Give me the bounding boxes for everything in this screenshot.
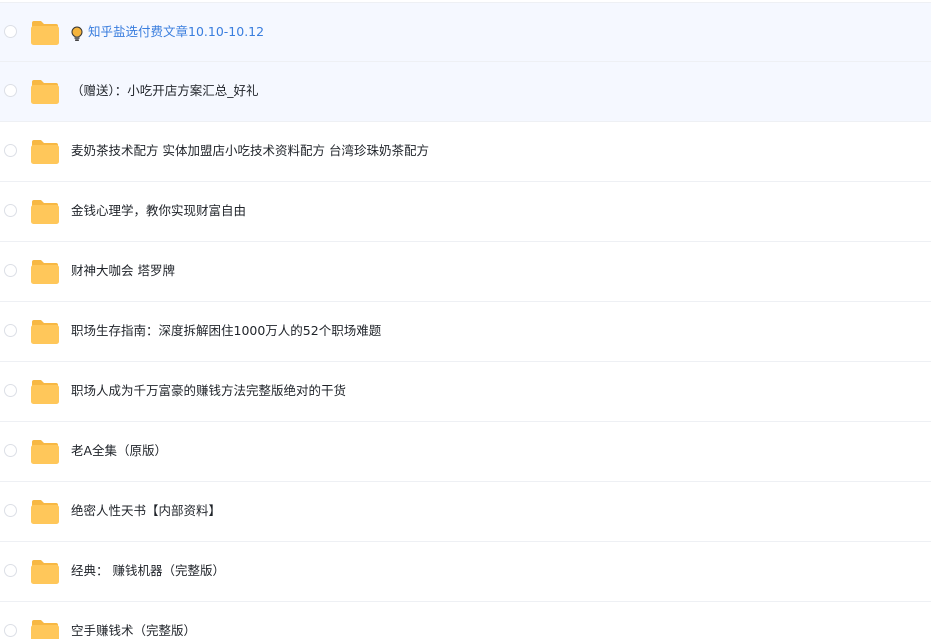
folder-icon[interactable] [30, 558, 60, 585]
file-name[interactable]: 职场生存指南：深度拆解困住1000万人的52个职场难题 [71, 322, 381, 340]
row-checkbox[interactable] [4, 144, 17, 157]
lightbulb-icon [70, 26, 84, 42]
list-item[interactable]: 金钱心理学，教你实现财富自由 [0, 182, 931, 242]
folder-icon[interactable] [30, 198, 60, 225]
list-item[interactable]: 经典： 赚钱机器（完整版） [0, 542, 931, 602]
row-checkbox[interactable] [4, 324, 17, 337]
file-name[interactable]: 知乎盐选付费文章10.10-10.12 [88, 23, 264, 41]
list-item[interactable]: 财神大咖会 塔罗牌 [0, 242, 931, 302]
folder-icon[interactable] [30, 438, 60, 465]
row-checkbox[interactable] [4, 384, 17, 397]
folder-icon[interactable] [30, 258, 60, 285]
row-checkbox[interactable] [4, 564, 17, 577]
folder-icon[interactable] [30, 138, 60, 165]
file-name[interactable]: 绝密人性天书【内部资料】 [71, 502, 221, 520]
list-item[interactable]: 空手赚钱术（完整版） [0, 602, 931, 639]
row-checkbox[interactable] [4, 84, 17, 97]
list-item[interactable]: 麦奶茶技术配方 实体加盟店小吃技术资料配方 台湾珍珠奶茶配方 [0, 122, 931, 182]
folder-icon[interactable] [30, 378, 60, 405]
list-item[interactable]: 老A全集（原版） [0, 422, 931, 482]
list-item[interactable]: 职场生存指南：深度拆解困住1000万人的52个职场难题 [0, 302, 931, 362]
row-checkbox[interactable] [4, 25, 17, 38]
file-name[interactable]: 麦奶茶技术配方 实体加盟店小吃技术资料配方 台湾珍珠奶茶配方 [71, 142, 429, 160]
folder-icon[interactable] [30, 618, 60, 639]
file-list: 知乎盐选付费文章10.10-10.12 （赠送）：小吃开店方案汇总_好礼 麦奶茶… [0, 0, 931, 639]
file-name[interactable]: 职场人成为千万富豪的赚钱方法完整版绝对的干货 [71, 382, 346, 400]
list-item[interactable]: （赠送）：小吃开店方案汇总_好礼 [0, 62, 931, 122]
file-name[interactable]: 金钱心理学，教你实现财富自由 [71, 202, 246, 220]
row-checkbox[interactable] [4, 624, 17, 637]
row-checkbox[interactable] [4, 504, 17, 517]
folder-icon[interactable] [30, 19, 60, 46]
row-checkbox[interactable] [4, 444, 17, 457]
folder-icon[interactable] [30, 78, 60, 105]
list-item[interactable]: 绝密人性天书【内部资料】 [0, 482, 931, 542]
file-name[interactable]: （赠送）：小吃开店方案汇总_好礼 [71, 82, 259, 100]
list-item[interactable]: 职场人成为千万富豪的赚钱方法完整版绝对的干货 [0, 362, 931, 422]
folder-icon[interactable] [30, 498, 60, 525]
folder-icon[interactable] [30, 318, 60, 345]
file-name[interactable]: 财神大咖会 塔罗牌 [71, 262, 175, 280]
row-checkbox[interactable] [4, 204, 17, 217]
file-name[interactable]: 空手赚钱术（完整版） [71, 622, 196, 639]
row-checkbox[interactable] [4, 264, 17, 277]
file-name[interactable]: 老A全集（原版） [71, 442, 167, 460]
list-item[interactable]: 知乎盐选付费文章10.10-10.12 [0, 2, 931, 62]
file-name[interactable]: 经典： 赚钱机器（完整版） [71, 562, 225, 580]
